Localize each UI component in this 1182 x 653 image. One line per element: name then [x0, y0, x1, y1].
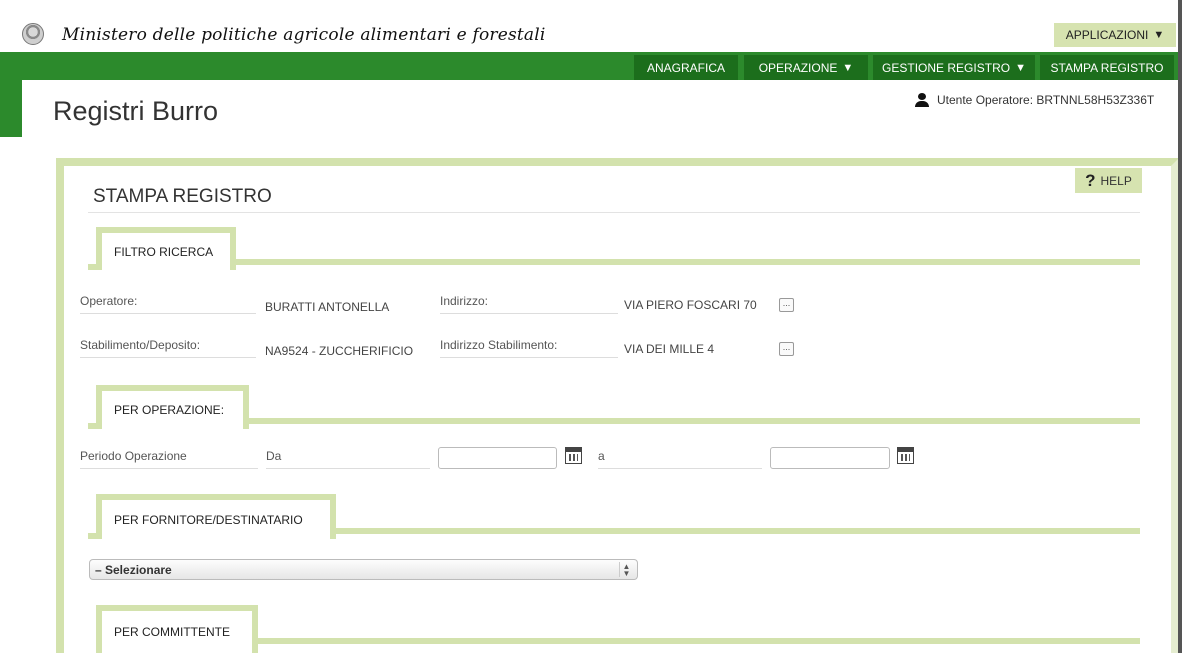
tab-underline [243, 418, 1140, 424]
operatore-label: Operatore: [80, 294, 256, 314]
help-button[interactable]: ? HELP [1075, 168, 1142, 193]
operatore-value: BURATTI ANTONELLA [265, 300, 390, 314]
indirizzo-stabilimento-label: Indirizzo Stabilimento: [440, 338, 618, 358]
tab-filtro-ricerca: FILTRO RICERCA [96, 227, 236, 270]
stabilimento-value: NA9524 - ZUCCHERIFICIO [265, 344, 414, 358]
tab-underline [330, 528, 1140, 534]
nav-gestione-registro[interactable]: GESTIONE REGISTRO ▼ [873, 55, 1035, 80]
help-label: HELP [1100, 173, 1132, 188]
page-title: Registri Burro [53, 96, 219, 126]
tab-underline [252, 638, 1140, 644]
tab-per-fornitore: PER FORNITORE/DESTINATARIO [96, 494, 336, 539]
user-icon [915, 93, 929, 107]
tab-underline [230, 259, 1140, 265]
applications-label: APPLICAZIONI [1065, 28, 1149, 42]
left-accent-strip [0, 80, 22, 137]
indirizzo-stabilimento-value: VIA DEI MILLE 4 [624, 342, 715, 356]
republic-emblem-icon [22, 23, 44, 45]
indirizzo-stabilimento-details-button[interactable]: ... [779, 342, 794, 356]
periodo-operazione-label: Periodo Operazione [80, 449, 258, 469]
da-label: Da [266, 449, 430, 469]
calendar-icon[interactable] [897, 447, 914, 464]
tab-per-operazione: PER OPERAZIONE: [96, 385, 249, 429]
nav-operazione[interactable]: OPERAZIONE ▼ [744, 55, 868, 80]
chevron-down-icon: ▼ [842, 61, 854, 74]
nav-anagrafica-label: ANAGRAFICA [646, 60, 725, 75]
chevron-down-icon: ▼ [1153, 29, 1165, 41]
tab-per-committente: PER COMMITTENTE [96, 605, 258, 653]
tab-underline [88, 264, 102, 270]
date-from-input[interactable] [438, 447, 557, 469]
nav-stampa-registro[interactable]: STAMPA REGISTRO [1040, 55, 1174, 80]
tab-per-fornitore-label: PER FORNITORE/DESTINATARIO [114, 512, 303, 527]
chevron-down-icon: ▼ [1015, 61, 1026, 74]
top-header: Ministero delle politiche agricole alime… [0, 0, 1182, 52]
calendar-icon[interactable] [565, 447, 582, 464]
nav-operazione-label: OPERAZIONE [758, 60, 838, 75]
tab-per-operazione-label: PER OPERAZIONE: [114, 403, 225, 417]
indirizzo-details-button[interactable]: ... [779, 298, 794, 312]
tab-filtro-ricerca-label: FILTRO RICERCA [114, 244, 214, 259]
stabilimento-label: Stabilimento/Deposito: [80, 338, 256, 358]
applications-menu-button[interactable]: APPLICAZIONI ▼ [1054, 23, 1176, 47]
user-info: Utente Operatore: BRTNNL58H53Z336T [915, 93, 1154, 107]
tab-underline [88, 423, 102, 429]
tab-underline [88, 533, 102, 539]
nav-gestione-registro-label: GESTIONE REGISTRO [882, 60, 1011, 75]
nav-anagrafica[interactable]: ANAGRAFICA [634, 55, 738, 80]
date-to-input[interactable] [770, 447, 890, 469]
ministry-title: Ministero delle politiche agricole alime… [62, 25, 546, 45]
indirizzo-value: VIA PIERO FOSCARI 70 [624, 298, 757, 312]
window-border [1178, 0, 1182, 653]
question-icon: ? [1085, 170, 1096, 190]
section-title: STAMPA REGISTRO [93, 186, 272, 207]
user-label: Utente Operatore: BRTNNL58H53Z336T [937, 93, 1155, 107]
divider [88, 212, 1140, 213]
fornitore-select[interactable]: – Selezionare ▲ ▼ [89, 559, 638, 580]
nav-stampa-registro-label: STAMPA REGISTRO [1050, 60, 1164, 75]
updown-arrow-icon: ▲ ▼ [619, 562, 633, 578]
fornitore-select-value: – Selezionare [95, 562, 172, 577]
indirizzo-label: Indirizzo: [440, 294, 618, 314]
a-label: a [598, 449, 762, 469]
tab-per-committente-label: PER COMMITTENTE [114, 625, 230, 639]
